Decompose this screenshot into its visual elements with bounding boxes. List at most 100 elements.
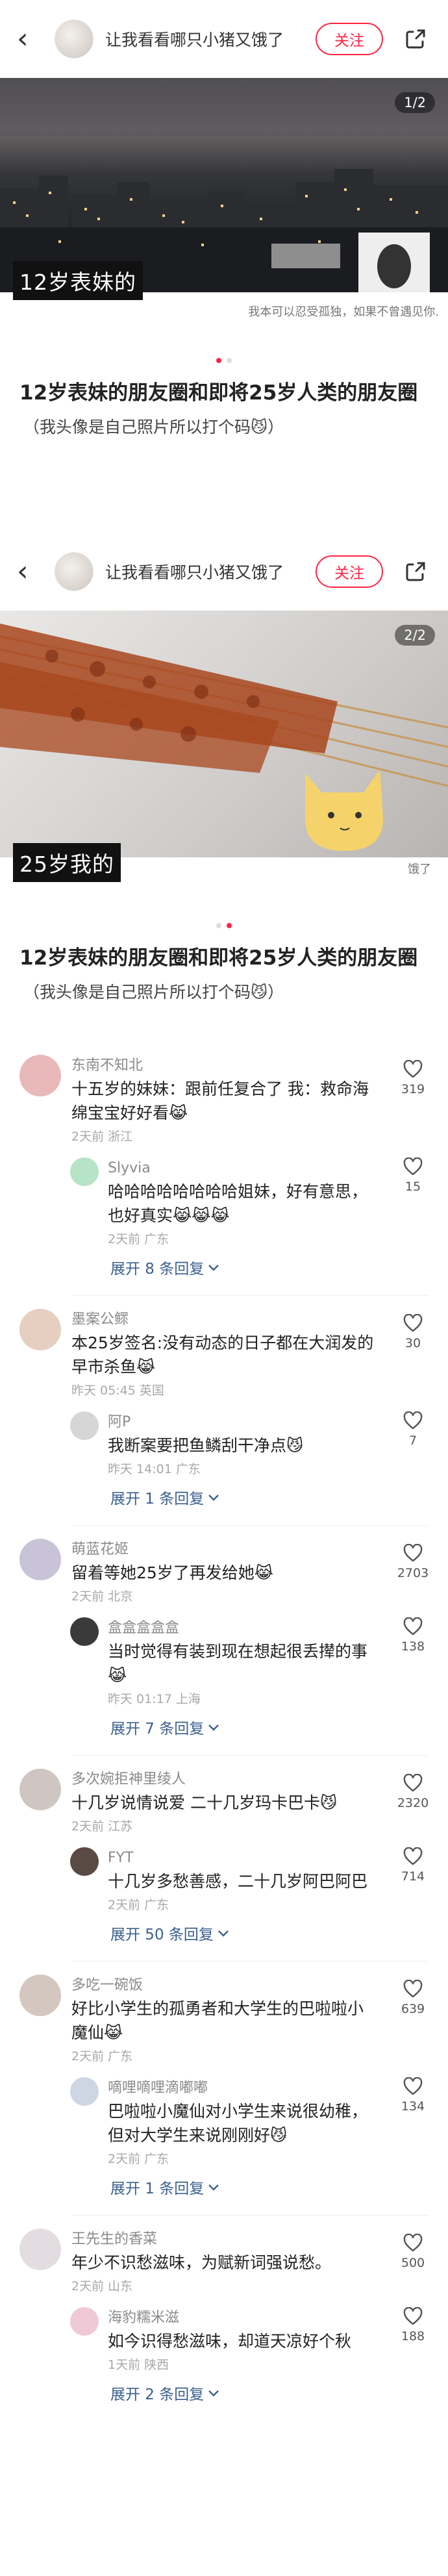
reply-text[interactable]: 哈哈哈哈哈哈哈哈姐妹，好有意思，也好真实😹😹😹 [108, 1180, 377, 1228]
post-1-header: ‹ 让我看看哪只小猪又饿了 关注 [0, 0, 448, 78]
heart-icon[interactable] [403, 1059, 423, 1081]
like-button[interactable]: 138 [393, 1617, 432, 1654]
expand-replies-label[interactable]: 展开 2 条回复 [110, 2382, 204, 2404]
heart-icon[interactable] [403, 1313, 423, 1335]
reply-text[interactable]: 巴啦啦小魔仙对小学生来说很幼稚，但对大学生来说刚刚好😼 [108, 2099, 377, 2147]
commenter-name[interactable]: 东南不知北 [71, 1055, 377, 1077]
post-subtitle: （我头像是自己照片所以打个码😼） [23, 418, 284, 436]
commenter-name[interactable]: 墨案公鳏 [71, 1309, 377, 1331]
commenter-name[interactable]: 多次婉拒神里绫人 [71, 1769, 377, 1791]
image-caption-tag: 25岁我的 [13, 843, 121, 882]
expand-replies-label[interactable]: 展开 7 条回复 [110, 1716, 204, 1738]
like-button[interactable]: 319 [393, 1059, 432, 1096]
expand-replies-button[interactable]: 展开 50 条回复 [0, 1915, 448, 1954]
commenter-avatar[interactable] [19, 1539, 61, 1580]
commenter-avatar[interactable] [19, 1975, 61, 2016]
post-2-image[interactable]: 2/2 [0, 611, 448, 857]
commenter-name[interactable]: 多吃一碗饭 [71, 1975, 377, 1997]
heart-icon[interactable] [403, 1773, 423, 1795]
comment-text[interactable]: 十几岁说情说爱 二十几岁玛卡巴卡😼 [71, 1791, 377, 1815]
like-button[interactable]: 2320 [393, 1773, 432, 1810]
replier-name[interactable]: 盒盒盒盒盒 [108, 1617, 377, 1639]
heart-icon[interactable] [403, 2306, 423, 2328]
like-button[interactable]: 500 [393, 2233, 432, 2270]
replier-avatar[interactable] [70, 1617, 99, 1646]
heart-icon[interactable] [403, 2077, 423, 2098]
expand-replies-label[interactable]: 展开 8 条回复 [110, 1256, 204, 1278]
chevron-down-icon[interactable] [208, 2178, 219, 2195]
reply-text[interactable]: 十几岁多愁善感，二十几岁阿巴阿巴 [108, 1869, 377, 1893]
like-button[interactable]: 639 [393, 1979, 432, 2016]
follow-button[interactable]: 关注 [316, 23, 383, 55]
comment-divider [71, 1295, 429, 1296]
author-avatar[interactable] [55, 552, 93, 591]
like-button[interactable]: 714 [393, 1847, 432, 1884]
chevron-down-icon[interactable] [218, 1925, 229, 1941]
heart-icon[interactable] [403, 1847, 423, 1868]
chevron-down-icon[interactable] [208, 1489, 219, 1506]
like-button[interactable]: 134 [393, 2077, 432, 2114]
comment-text[interactable]: 好比小学生的孤勇者和大学生的巴啦啦小魔仙😹 [71, 1997, 377, 2045]
commenter-avatar[interactable] [19, 2229, 61, 2270]
heart-icon[interactable] [403, 1411, 423, 1432]
comment-text[interactable]: 十五岁的妹妹：跟前任复合了 我：救命海绵宝宝好好看😹 [71, 1077, 377, 1125]
reply-text[interactable]: 如今识得愁滋味，却道天凉好个秋 [108, 2329, 377, 2353]
reply-text[interactable]: 当时觉得有装到现在想起很丢撵的事😹 [108, 1639, 377, 1687]
heart-icon[interactable] [403, 1617, 423, 1638]
expand-replies-button[interactable]: 展开 1 条回复 [0, 2169, 448, 2208]
replier-avatar[interactable] [70, 1411, 99, 1440]
like-button[interactable]: 15 [393, 1157, 432, 1194]
follow-button[interactable]: 关注 [316, 555, 383, 588]
heart-icon[interactable] [403, 1979, 423, 2001]
replier-avatar[interactable] [70, 2307, 99, 2336]
like-button[interactable]: 2703 [393, 1543, 432, 1580]
comment-item: 多吃一碗饭 好比小学生的孤勇者和大学生的巴啦啦小魔仙😹 2天前 广东 639 [0, 1965, 448, 2067]
replier-name[interactable]: 嘀哩嘀哩滴嘟嘟 [108, 2077, 377, 2099]
expand-replies-button[interactable]: 展开 1 条回复 [0, 1480, 448, 1519]
replier-avatar[interactable] [70, 2077, 99, 2106]
chevron-down-icon[interactable] [208, 1719, 219, 1736]
expand-replies-button[interactable]: 展开 8 条回复 [0, 1250, 448, 1289]
replier-avatar[interactable] [70, 1847, 99, 1876]
replier-name[interactable]: Slyvia [108, 1157, 377, 1180]
heart-icon[interactable] [403, 1543, 423, 1565]
heart-icon[interactable] [403, 2233, 423, 2254]
expand-replies-label[interactable]: 展开 1 条回复 [110, 1486, 204, 1508]
replier-name[interactable]: 海豹糯米滋 [108, 2307, 377, 2329]
share-icon[interactable] [400, 28, 431, 50]
like-button[interactable]: 7 [393, 1411, 432, 1448]
replier-avatar[interactable] [70, 1157, 99, 1186]
commenter-avatar[interactable] [19, 1769, 61, 1810]
reply-text[interactable]: 我断案要把鱼鳞刮干净点😼 [108, 1433, 377, 1458]
comment-meta: 2天前 广东 [71, 2049, 133, 2064]
author-name[interactable]: 让我看看哪只小猪又饿了 [105, 27, 316, 51]
chevron-down-icon[interactable] [208, 2384, 219, 2401]
like-button[interactable]: 188 [393, 2306, 432, 2343]
back-icon[interactable]: ‹ [17, 557, 43, 586]
comment-text[interactable]: 年少不识愁滋味，为赋新词强说愁。 [71, 2251, 377, 2275]
commenter-avatar[interactable] [19, 1055, 61, 1096]
post-1-image[interactable]: 1/2 [0, 78, 448, 292]
commenter-avatar[interactable] [19, 1309, 61, 1350]
replier-name[interactable]: 阿P [108, 1411, 377, 1433]
commenter-name[interactable]: 萌蓝花姬 [71, 1539, 377, 1561]
replier-name[interactable]: FYT [108, 1847, 377, 1869]
author-name[interactable]: 让我看看哪只小猪又饿了 [105, 560, 316, 583]
like-button[interactable]: 30 [393, 1313, 432, 1350]
commenter-name[interactable]: 王先生的香菜 [71, 2229, 377, 2251]
expand-replies-label[interactable]: 展开 1 条回复 [110, 2176, 204, 2198]
back-icon[interactable]: ‹ [17, 25, 43, 53]
comment-item: 墨案公鳏 本25岁签名:没有动态的日子都在大润发的早市杀鱼😹 昨天 05:45 英国… [0, 1300, 448, 1401]
chevron-down-icon[interactable] [208, 1259, 219, 1276]
comment-divider [71, 1961, 429, 1962]
expand-replies-button[interactable]: 展开 2 条回复 [0, 2375, 448, 2414]
comment-text[interactable]: 本25岁签名:没有动态的日子都在大润发的早市杀鱼😹 [71, 1331, 377, 1379]
comment-text[interactable]: 留着等她25岁了再发给她😹 [71, 1561, 377, 1585]
reply-item: 阿P 我断案要把鱼鳞刮干净点😼 昨天 14:01 广东 7 [0, 1401, 448, 1480]
share-icon[interactable] [400, 561, 431, 583]
expand-replies-label[interactable]: 展开 50 条回复 [110, 1922, 214, 1944]
heart-icon[interactable] [403, 1157, 423, 1178]
author-avatar[interactable] [55, 19, 93, 58]
image-caption-tag: 12岁表妹的 [13, 261, 143, 300]
expand-replies-button[interactable]: 展开 7 条回复 [0, 1710, 448, 1749]
